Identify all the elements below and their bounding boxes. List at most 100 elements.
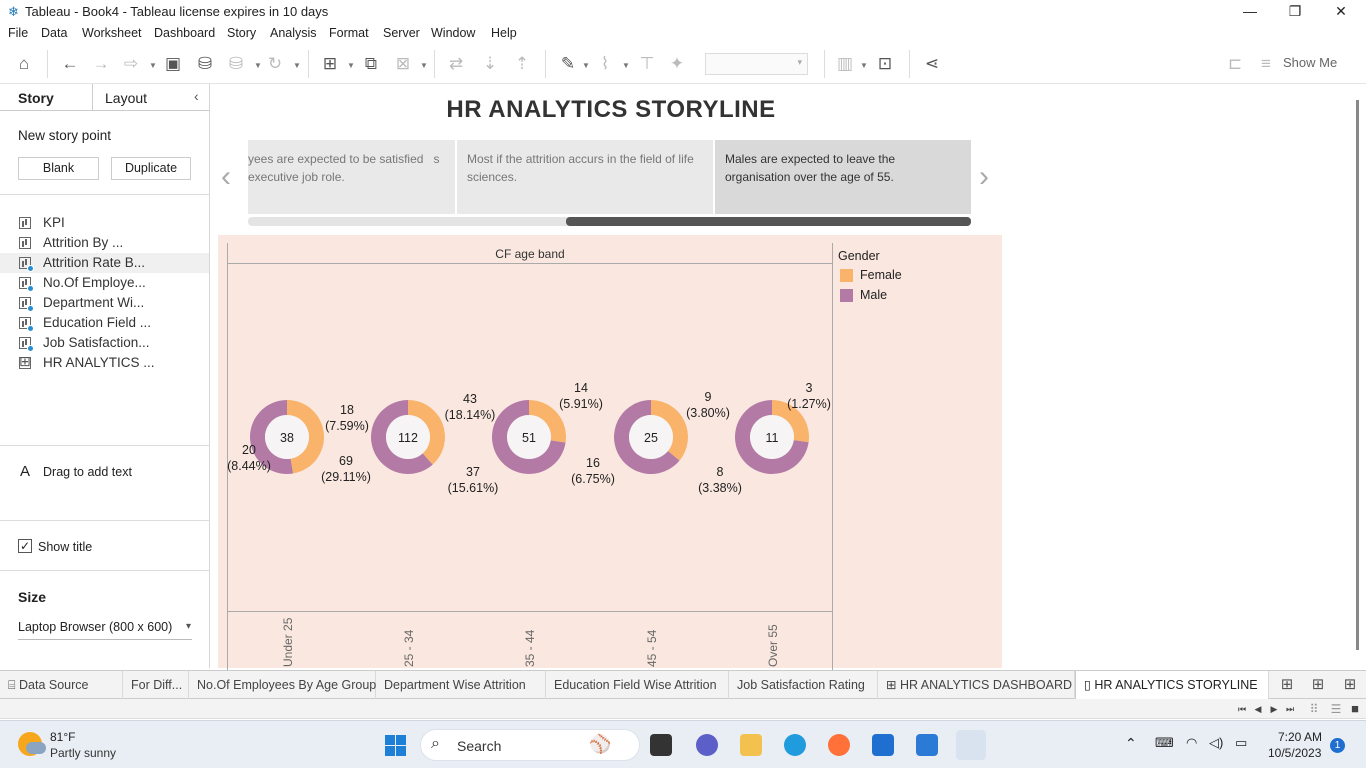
clock-time[interactable]: 7:20 AM [1278, 730, 1322, 744]
blank-button[interactable]: Blank [18, 157, 99, 180]
new-worksheet-icon[interactable]: ⊞ [320, 54, 340, 74]
keyboard-icon[interactable]: ⌨ [1155, 735, 1174, 751]
last-sheet-icon[interactable]: ⏭ [1280, 699, 1300, 719]
size-dropdown[interactable]: Laptop Browser (800 x 600) [18, 620, 192, 640]
tab-data-source[interactable]: ⌸ Data Source [0, 671, 123, 699]
tab-sheet[interactable]: For Diff... [123, 671, 189, 699]
story-point-caption[interactable]: Most if the attrition accurs in the fiel… [457, 140, 713, 214]
minimize-button[interactable]: — [1227, 0, 1273, 23]
menu-window[interactable]: Window [431, 26, 475, 40]
notification-badge[interactable]: 1 [1330, 738, 1345, 753]
show-me-button[interactable]: Show Me [1283, 55, 1337, 70]
format-painter-icon[interactable]: ⊏ [1225, 54, 1245, 74]
sheet-item[interactable]: Department Wi... [0, 293, 209, 313]
task-view-icon[interactable] [650, 734, 672, 756]
show-sheet-sorter-icon[interactable]: ■ [1345, 699, 1365, 719]
clear-sheet-icon[interactable]: ⊠ [393, 54, 413, 74]
sheet-item[interactable]: No.Of Employe... [0, 273, 209, 293]
chevron-down-icon[interactable]: ▼ [293, 61, 301, 70]
tableau-taskbar-icon[interactable] [956, 730, 986, 760]
new-worksheet-icon[interactable]: ⊞ [1277, 675, 1297, 695]
new-data-source-icon[interactable]: ⛁ [195, 54, 215, 74]
duplicate-button[interactable]: Duplicate [111, 157, 191, 180]
weather-icon[interactable] [18, 732, 46, 756]
edge-browser-icon[interactable] [784, 734, 806, 756]
pause-updates-icon[interactable]: ⛁ [226, 54, 246, 74]
menu-data[interactable]: Data [41, 26, 67, 40]
story-point-caption-active[interactable]: Males are expected to leave the organisa… [715, 140, 971, 214]
previous-story-point-icon[interactable]: ‹ [221, 160, 231, 194]
refresh-icon[interactable]: ↻ [265, 54, 285, 74]
menu-story[interactable]: Story [227, 26, 256, 40]
chevron-down-icon[interactable]: ▼ [254, 61, 262, 70]
menu-format[interactable]: Format [329, 26, 369, 40]
sort-ascending-icon[interactable]: ⇣ [480, 54, 500, 74]
swap-rows-columns-icon[interactable]: ⇄ [446, 54, 466, 74]
next-story-point-icon[interactable]: › [979, 160, 989, 194]
chevron-down-icon[interactable]: ▼ [860, 61, 868, 70]
label-text-icon[interactable]: ⊤ [637, 54, 657, 74]
battery-icon[interactable]: ▭ [1235, 735, 1247, 751]
sheet-item[interactable]: Attrition Rate B... [0, 253, 209, 273]
presentation-mode-icon[interactable]: ⊡ [875, 54, 895, 74]
menu-file[interactable]: File [8, 26, 28, 40]
share-icon[interactable]: ⋖ [922, 54, 942, 74]
save-icon[interactable]: ▣ [163, 54, 183, 74]
close-button[interactable]: ✕ [1318, 0, 1364, 23]
chevron-down-icon[interactable]: ▼ [149, 61, 157, 70]
home-icon[interactable]: ⌂ [14, 54, 34, 74]
group-paperclip-icon[interactable]: ⌇ [595, 54, 615, 74]
new-dashboard-icon[interactable]: ⊞ [1308, 675, 1328, 695]
tab-sheet[interactable]: Job Satisfaction Rating [729, 671, 878, 699]
firefox-icon[interactable] [828, 734, 850, 756]
highlight-pen-icon[interactable]: ✎ [558, 54, 578, 74]
tab-sheet[interactable]: No.Of Employees By Age Group [189, 671, 376, 699]
fit-dropdown[interactable] [705, 53, 808, 75]
show-cards-icon[interactable]: ▥ [835, 54, 855, 74]
redo-icon[interactable]: → [91, 54, 111, 74]
show-title-checkbox[interactable]: ✓ [18, 539, 32, 553]
store-icon[interactable] [872, 734, 894, 756]
replay-icon[interactable]: ⇨ [121, 54, 141, 74]
chevron-up-icon[interactable]: ⌃ [1125, 735, 1137, 752]
show-filmstrip-icon[interactable]: ⠿ [1304, 699, 1324, 719]
vertical-scrollbar[interactable] [1355, 84, 1366, 668]
show-me-icon[interactable]: ≡ [1259, 54, 1273, 74]
undo-icon[interactable]: ← [60, 54, 80, 74]
weather-description[interactable]: Partly sunny [50, 746, 116, 760]
menu-worksheet[interactable]: Worksheet [82, 26, 142, 40]
menu-help[interactable]: Help [491, 26, 517, 40]
story-point-caption[interactable]: yees are expected to be satisfied s exec… [248, 140, 455, 214]
volume-icon[interactable]: ◁) [1209, 735, 1223, 751]
sheet-item[interactable]: Job Satisfaction... [0, 333, 209, 353]
file-explorer-icon[interactable] [740, 734, 762, 756]
taskbar-search[interactable]: ⌕ Search ⚾ [420, 729, 640, 761]
collapse-chevron-icon[interactable]: ‹ [194, 88, 199, 104]
wifi-icon[interactable]: ◠ [1186, 735, 1197, 751]
chevron-down-icon[interactable]: ▼ [347, 61, 355, 70]
chat-icon[interactable] [696, 734, 718, 756]
duplicate-sheet-icon[interactable]: ⧉ [361, 54, 381, 74]
pin-icon[interactable]: ✦ [667, 54, 687, 74]
weather-temp[interactable]: 81°F [50, 730, 75, 744]
photos-icon[interactable] [916, 734, 938, 756]
chevron-down-icon[interactable]: ▼ [622, 61, 630, 70]
drag-text-label[interactable]: Drag to add text [43, 465, 132, 479]
tab-story-active[interactable]: ▯ HR ANALYTICS STORYLINE [1075, 671, 1269, 699]
tab-layout[interactable]: Layout [105, 90, 147, 106]
scrollbar-thumb[interactable] [1356, 100, 1359, 650]
sheet-item[interactable]: Education Field ... [0, 313, 209, 333]
chevron-down-icon[interactable]: ▼ [582, 61, 590, 70]
menu-analysis[interactable]: Analysis [270, 26, 317, 40]
sheet-item[interactable]: Attrition By ... [0, 233, 209, 253]
tab-story[interactable]: Story [18, 90, 54, 106]
menu-server[interactable]: Server [383, 26, 420, 40]
new-story-icon[interactable]: ⊞ [1340, 675, 1360, 695]
scrollbar-thumb[interactable] [566, 217, 971, 226]
show-tabs-icon[interactable]: ☰ [1326, 699, 1346, 719]
tab-sheet[interactable]: Department Wise Attrition [376, 671, 546, 699]
tab-sheet[interactable]: Education Field Wise Attrition [546, 671, 729, 699]
story-points-scrollbar[interactable] [248, 217, 971, 226]
clock-date[interactable]: 10/5/2023 [1268, 746, 1321, 760]
sheet-item[interactable]: KPI [0, 213, 209, 233]
